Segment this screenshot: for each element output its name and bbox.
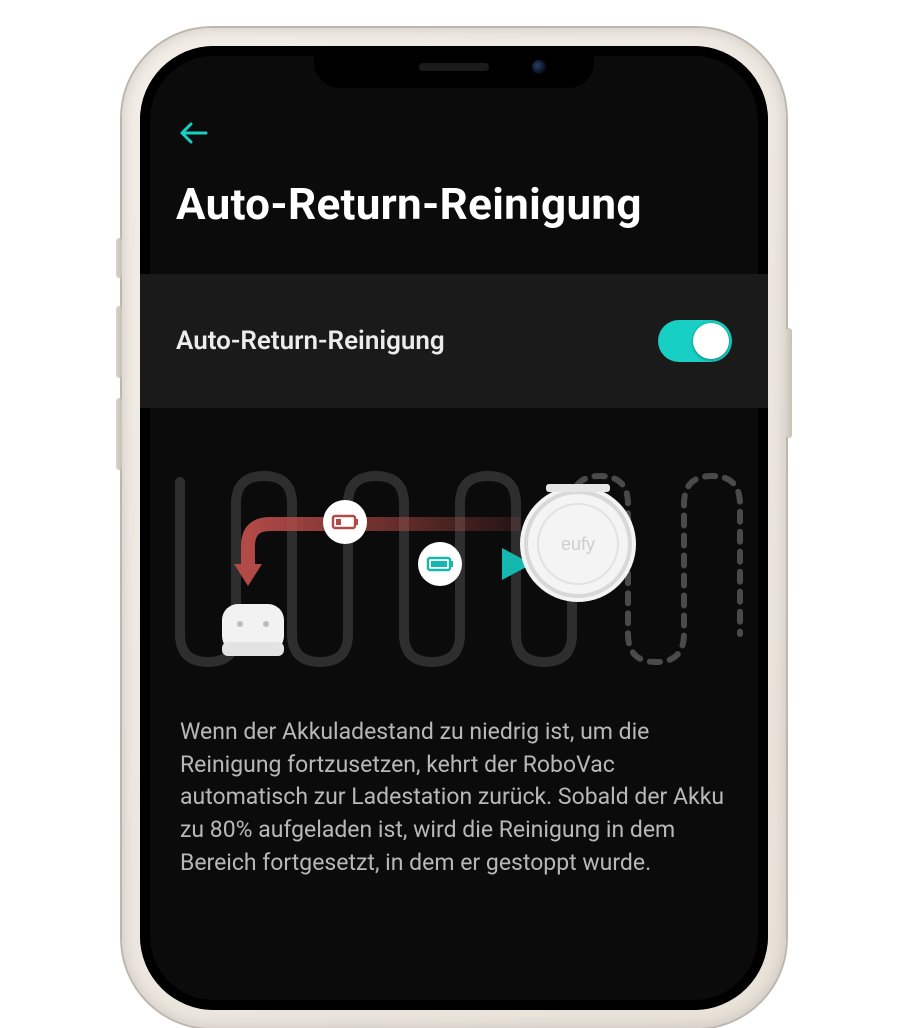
illustration-svg: eufy xyxy=(140,434,768,704)
robot-vacuum-icon: eufy xyxy=(520,484,636,602)
robot-brand-label: eufy xyxy=(561,534,595,554)
auto-return-description: Wenn der Akkuladestand zu niedrig ist, u… xyxy=(140,704,768,879)
phone-power-button xyxy=(786,328,792,438)
page-title: Auto-Return-Reinigung xyxy=(140,178,768,230)
arrow-left-icon xyxy=(178,120,208,146)
battery-low-icon xyxy=(323,500,367,544)
auto-return-setting-row: Auto-Return-Reinigung xyxy=(140,274,768,408)
auto-return-toggle[interactable] xyxy=(658,320,732,362)
charging-dock-icon xyxy=(222,604,284,656)
toggle-knob xyxy=(693,323,729,359)
battery-full-icon xyxy=(418,542,462,586)
phone-mute-switch xyxy=(116,238,122,278)
phone-volume-up xyxy=(116,306,122,378)
phone-screen: Auto-Return-Reinigung Auto-Return-Reinig… xyxy=(140,46,768,1010)
back-button[interactable] xyxy=(176,116,210,150)
auto-return-label: Auto-Return-Reinigung xyxy=(176,326,445,356)
app-root: Auto-Return-Reinigung Auto-Return-Reinig… xyxy=(140,46,768,1010)
phone-volume-down xyxy=(116,398,122,470)
phone-frame: Auto-Return-Reinigung Auto-Return-Reinig… xyxy=(122,28,786,1028)
auto-return-illustration: eufy xyxy=(140,434,768,704)
